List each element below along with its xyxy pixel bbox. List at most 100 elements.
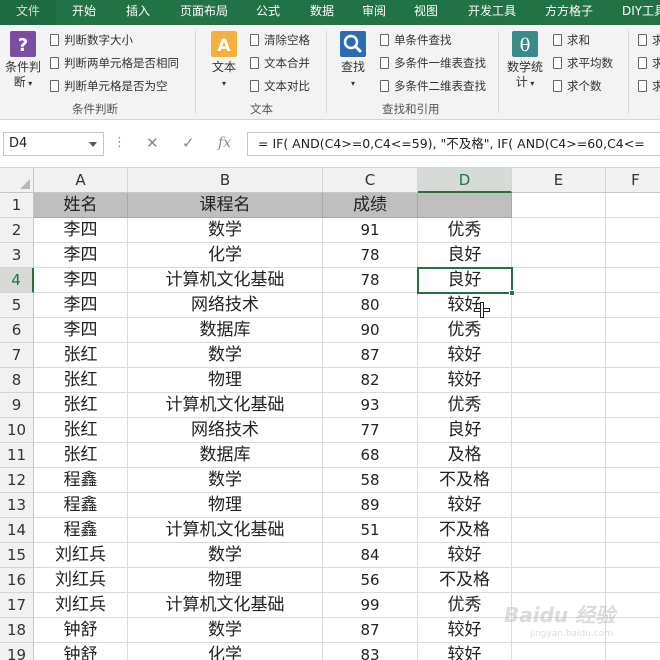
cell-e9[interactable] — [512, 393, 606, 418]
cell-d12[interactable]: 不及格 — [418, 468, 512, 493]
tab-developer[interactable]: 开发工具 — [468, 0, 516, 25]
cell-d4[interactable]: 良好 — [418, 268, 512, 293]
cell-f2[interactable] — [606, 218, 660, 243]
cell-f11[interactable] — [606, 443, 660, 468]
cell-c9[interactable]: 93 — [323, 393, 418, 418]
cell-c7[interactable]: 87 — [323, 343, 418, 368]
cell-e15[interactable] — [512, 543, 606, 568]
cell-e1[interactable] — [512, 193, 606, 218]
cell-a4[interactable]: 李四 — [34, 268, 128, 293]
text-merge-button[interactable]: 文本合并 — [250, 56, 310, 70]
cell-b2[interactable]: 数学 — [128, 218, 323, 243]
cell-d13[interactable]: 较好 — [418, 493, 512, 518]
cell-c13[interactable]: 89 — [323, 493, 418, 518]
cell-a14[interactable]: 程鑫 — [34, 518, 128, 543]
cell-b3[interactable]: 化学 — [128, 243, 323, 268]
text-button[interactable]: A 文本 ▾ — [204, 31, 244, 91]
cell-c18[interactable]: 87 — [323, 618, 418, 643]
name-box[interactable]: D4 — [3, 132, 104, 156]
tab-formulas[interactable]: 公式 — [256, 0, 280, 25]
row-header-13[interactable]: 13 — [0, 493, 34, 518]
cell-f8[interactable] — [606, 368, 660, 393]
cell-b12[interactable]: 数学 — [128, 468, 323, 493]
cell-b18[interactable]: 数学 — [128, 618, 323, 643]
cell-a10[interactable]: 张红 — [34, 418, 128, 443]
tab-file[interactable]: 文件 — [0, 0, 56, 25]
splitter-dots-icon[interactable]: ⋮ — [113, 136, 126, 150]
row-header-8[interactable]: 8 — [0, 368, 34, 393]
cell-b14[interactable]: 计算机文化基础 — [128, 518, 323, 543]
tab-diy-tools[interactable]: DIY工具 — [622, 0, 660, 25]
judge-cell-empty-button[interactable]: 判断单元格是否为空 — [50, 79, 168, 93]
cell-a19[interactable]: 钟舒 — [34, 643, 128, 660]
cell-d6[interactable]: 优秀 — [418, 318, 512, 343]
cell-e4[interactable] — [512, 268, 606, 293]
cell-c1[interactable]: 成绩 — [323, 193, 418, 218]
cell-a1[interactable]: 姓名 — [34, 193, 128, 218]
cell-a6[interactable]: 李四 — [34, 318, 128, 343]
cell-a11[interactable]: 张红 — [34, 443, 128, 468]
cell-b13[interactable]: 物理 — [128, 493, 323, 518]
cell-f16[interactable] — [606, 568, 660, 593]
column-header-d[interactable]: D — [418, 168, 512, 193]
cell-f9[interactable] — [606, 393, 660, 418]
cell-d8[interactable]: 较好 — [418, 368, 512, 393]
cell-c6[interactable]: 90 — [323, 318, 418, 343]
cell-d19[interactable]: 较好 — [418, 643, 512, 660]
row-header-5[interactable]: 5 — [0, 293, 34, 318]
cell-c15[interactable]: 84 — [323, 543, 418, 568]
clear-spaces-button[interactable]: 清除空格 — [250, 33, 310, 47]
cell-d11[interactable]: 及格 — [418, 443, 512, 468]
cell-e10[interactable] — [512, 418, 606, 443]
cell-d9[interactable]: 优秀 — [418, 393, 512, 418]
cell-f1[interactable] — [606, 193, 660, 218]
column-header-e[interactable]: E — [512, 168, 606, 193]
column-header-f[interactable]: F — [606, 168, 660, 193]
tab-insert[interactable]: 插入 — [126, 0, 150, 25]
cell-a3[interactable]: 李四 — [34, 243, 128, 268]
single-condition-lookup-button[interactable]: 单条件查找 — [380, 33, 452, 47]
cell-a9[interactable]: 张红 — [34, 393, 128, 418]
average-button[interactable]: 求平均数 — [553, 56, 613, 70]
cell-c17[interactable]: 99 — [323, 593, 418, 618]
cell-a7[interactable]: 张红 — [34, 343, 128, 368]
cell-e5[interactable] — [512, 293, 606, 318]
text-compare-button[interactable]: 文本对比 — [250, 79, 310, 93]
cell-c14[interactable]: 51 — [323, 518, 418, 543]
row-header-3[interactable]: 3 — [0, 243, 34, 268]
multi-condition-1d-lookup-button[interactable]: 多条件一维表查找 — [380, 56, 486, 70]
cell-d1[interactable] — [418, 193, 512, 218]
judge-two-cells-same-button[interactable]: 判断两单元格是否相同 — [50, 56, 179, 70]
math-stats-button[interactable]: θ 数学统 计 ▾ — [505, 31, 545, 91]
cell-b5[interactable]: 网络技术 — [128, 293, 323, 318]
cell-b19[interactable]: 化学 — [128, 643, 323, 660]
tab-view[interactable]: 视图 — [414, 0, 438, 25]
cell-e14[interactable] — [512, 518, 606, 543]
cell-f6[interactable] — [606, 318, 660, 343]
cell-b8[interactable]: 物理 — [128, 368, 323, 393]
cell-f14[interactable] — [606, 518, 660, 543]
tab-home[interactable]: 开始 — [72, 0, 96, 25]
cell-c10[interactable]: 77 — [323, 418, 418, 443]
multi-condition-2d-lookup-button[interactable]: 多条件二维表查找 — [380, 79, 486, 93]
cell-c11[interactable]: 68 — [323, 443, 418, 468]
cell-a2[interactable]: 李四 — [34, 218, 128, 243]
row-header-9[interactable]: 9 — [0, 393, 34, 418]
overflow-item[interactable]: 求 — [638, 56, 660, 70]
cell-f3[interactable] — [606, 243, 660, 268]
spreadsheet-grid[interactable]: A B C D E F 1 姓名 课程名 成绩 2 李四 数学 91 优秀 3 李四 化学 78 良好 4 李四 计算机文化… — [0, 168, 660, 660]
cell-a5[interactable]: 李四 — [34, 293, 128, 318]
condition-judge-button[interactable]: ? 条件判 断 ▾ — [4, 31, 42, 91]
cell-a12[interactable]: 程鑫 — [34, 468, 128, 493]
row-header-18[interactable]: 18 — [0, 618, 34, 643]
row-header-7[interactable]: 7 — [0, 343, 34, 368]
select-all-corner[interactable] — [0, 168, 34, 193]
cell-e16[interactable] — [512, 568, 606, 593]
cell-d15[interactable]: 较好 — [418, 543, 512, 568]
cell-b17[interactable]: 计算机文化基础 — [128, 593, 323, 618]
cell-c4[interactable]: 78 — [323, 268, 418, 293]
row-header-19[interactable]: 19 — [0, 643, 34, 660]
cancel-icon[interactable]: ✕ — [146, 134, 159, 152]
cell-e12[interactable] — [512, 468, 606, 493]
tab-page-layout[interactable]: 页面布局 — [180, 0, 228, 25]
